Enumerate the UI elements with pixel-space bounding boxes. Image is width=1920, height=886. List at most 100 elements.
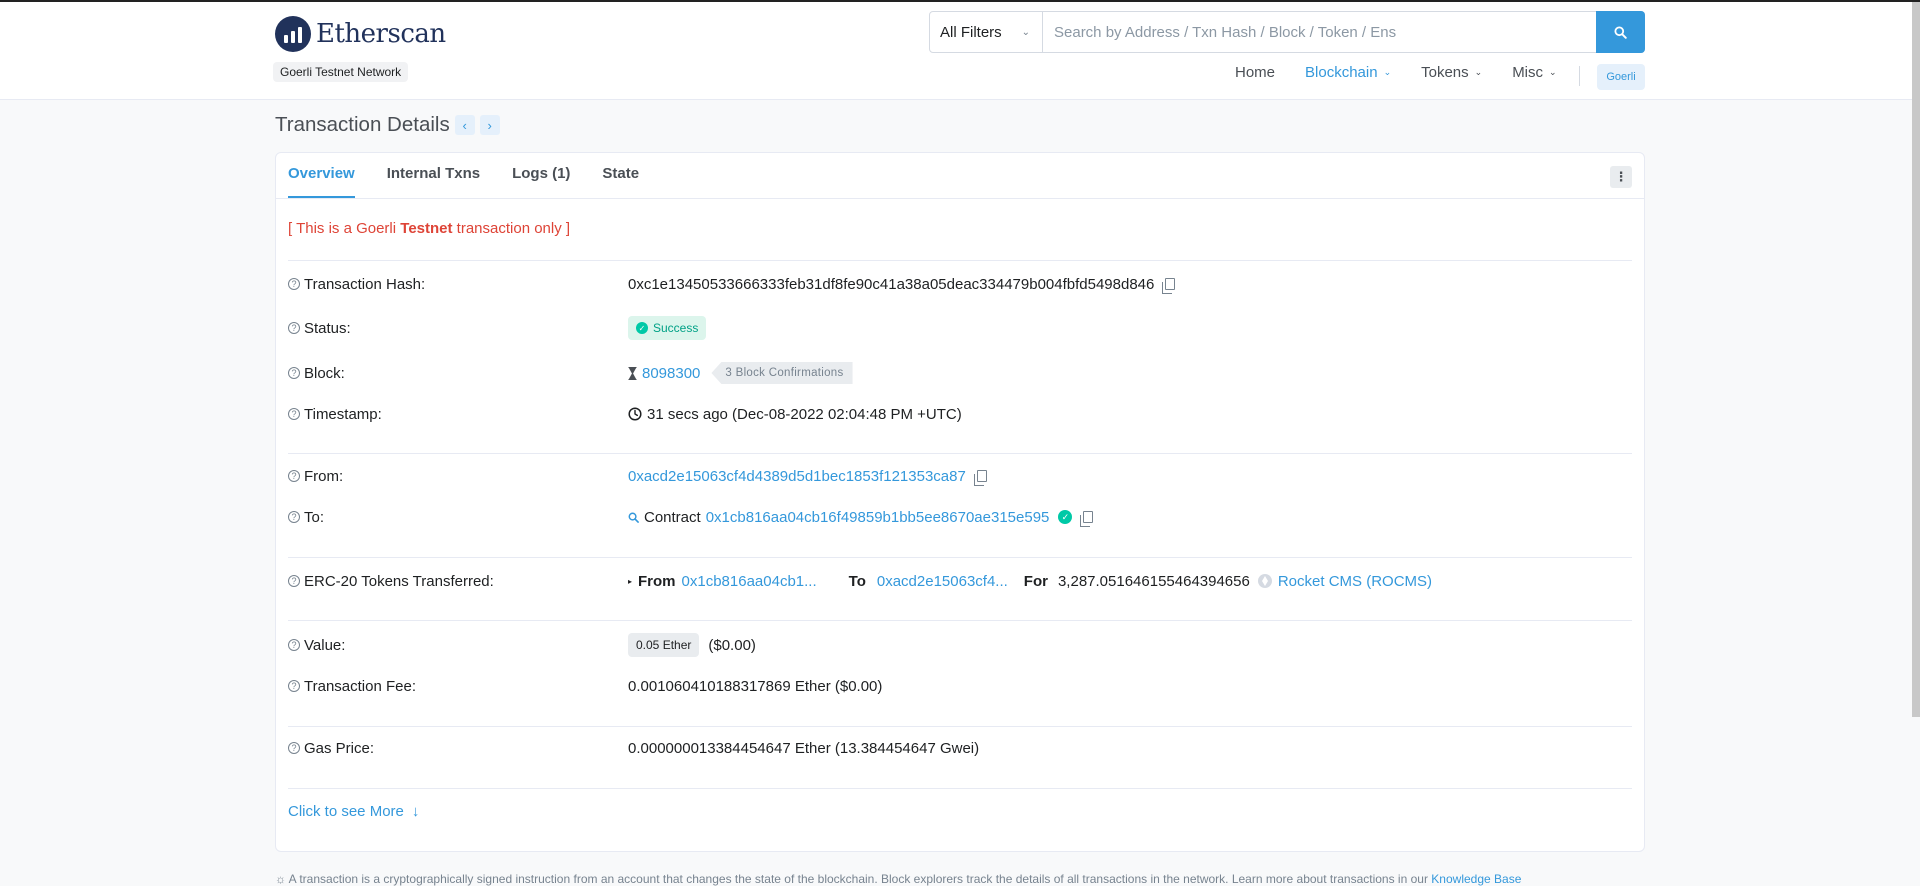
erc20-label: ERC-20 Tokens Transferred: [304, 572, 494, 590]
row-erc20-transfers: ? ERC-20 Tokens Transferred: ▸ From 0x1cb… [288, 568, 1632, 594]
tab-bar: Overview Internal Txns Logs (1) State [276, 153, 1644, 199]
next-transaction-button[interactable]: › [479, 115, 500, 135]
search-input[interactable] [1043, 12, 1644, 52]
help-icon[interactable]: ? [288, 408, 300, 420]
help-icon[interactable]: ? [288, 680, 300, 692]
main-nav: Home Blockchain ⌄ Tokens ⌄ Misc ⌄ [1235, 64, 1587, 81]
row-to: ? To: Contract 0x1cb816aa04cb16f49859b1bb… [288, 504, 1632, 530]
divider [288, 620, 1632, 621]
footer-note-text: A transaction is a cryptographically sig… [288, 872, 1428, 886]
verified-check-icon: ✓ [1058, 510, 1073, 524]
block-label: Block: [304, 364, 345, 382]
row-status: ? Status: ✓ Success [288, 313, 1632, 343]
from-address-link[interactable]: 0xacd2e15063cf4d4389d5d1bec1853f121353ca… [628, 468, 966, 485]
hash-value: 0xc1e13450533666333feb31df8fe90c41a38a05… [628, 275, 1155, 293]
etherscan-logo-icon [275, 16, 311, 52]
nav-misc-label: Misc [1512, 64, 1544, 81]
divider [288, 557, 1632, 558]
help-icon[interactable]: ? [288, 322, 300, 334]
gas-value: 0.000000013384454647 Ether (13.384454647… [628, 739, 980, 757]
contract-search-icon [628, 512, 639, 523]
block-link[interactable]: 8098300 [642, 365, 700, 382]
knowledge-base-link[interactable]: Knowledge Base [1431, 872, 1521, 886]
status-label: Status: [304, 319, 351, 337]
site-header: Etherscan Goerli Testnet Network All Fil… [0, 2, 1920, 100]
fee-label: Transaction Fee: [304, 677, 416, 695]
status-badge: ✓ Success [628, 316, 707, 340]
nav-home[interactable]: Home [1235, 64, 1275, 81]
nav-home-label: Home [1235, 64, 1276, 81]
network-switch-button[interactable]: Goerli [1597, 64, 1645, 90]
erc20-from-link[interactable]: 0x1cb816aa04cb1... [682, 573, 817, 590]
row-from: ? From: 0xacd2e15063cf4d4389d5d1bec1853f1… [288, 463, 1632, 489]
nav-tokens-label: Tokens [1421, 64, 1469, 81]
row-transaction-hash: ? Transaction Hash: 0xc1e13450533666333fe… [288, 271, 1632, 297]
erc20-amount: 3,287.051646155464394656 [1057, 572, 1250, 590]
from-label: From: [304, 467, 344, 485]
copy-icon[interactable] [1162, 278, 1176, 294]
row-timestamp: ? Timestamp: 31 secs ago (Dec-08-2022 02:… [288, 401, 1632, 427]
to-address-link[interactable]: 0x1cb816aa04cb16f49859b1bb5ee8670ae315e5… [706, 509, 1050, 526]
erc20-for-word: For [1023, 572, 1048, 590]
status-value: Success [653, 321, 699, 335]
transaction-card: Overview Internal Txns Logs (1) State ⋮ … [275, 152, 1645, 852]
more-options-button[interactable]: ⋮ [1610, 166, 1632, 188]
divider [288, 726, 1632, 727]
testnet-notice: [ This is a Goerli Testnet transaction o… [288, 220, 570, 237]
tab-state[interactable]: State [602, 165, 639, 198]
chevron-right-icon: › [487, 117, 492, 133]
help-icon[interactable]: ? [288, 639, 300, 651]
gas-label: Gas Price: [304, 739, 375, 757]
nav-blockchain-label: Blockchain [1305, 64, 1378, 81]
nav-misc[interactable]: Misc ⌄ [1512, 64, 1556, 81]
help-icon[interactable]: ? [288, 367, 300, 379]
more-vertical-icon: ⋮ [1614, 169, 1628, 184]
help-icon[interactable]: ? [288, 278, 300, 290]
timestamp-label: Timestamp: [304, 405, 382, 423]
lightbulb-icon: ☼ [275, 872, 286, 886]
erc20-from-word: From [638, 572, 676, 590]
erc20-to-link[interactable]: 0xacd2e15063cf4... [877, 573, 1008, 590]
row-block: ? Block: 8098300 3 Block Confirmations [288, 358, 1632, 388]
help-icon[interactable]: ? [288, 511, 300, 523]
divider [288, 788, 1632, 789]
etherscan-logo[interactable]: Etherscan [275, 16, 446, 52]
tab-internal-txns[interactable]: Internal Txns [387, 165, 480, 198]
copy-icon[interactable] [1080, 511, 1094, 527]
erc20-to-word: To [848, 572, 866, 590]
see-more-link[interactable]: Click to see More ↓ [288, 803, 419, 820]
search-filter-select[interactable]: All Filters ⌄ [930, 12, 1043, 52]
search-button[interactable] [1596, 11, 1645, 53]
block-confirmations-badge: 3 Block Confirmations [711, 362, 853, 384]
help-icon[interactable]: ? [288, 470, 300, 482]
chevron-down-icon: ⌄ [1549, 67, 1557, 77]
value-label: Value: [304, 636, 346, 654]
token-icon [1257, 574, 1272, 588]
divider [288, 260, 1632, 261]
nav-tokens[interactable]: Tokens ⌄ [1421, 64, 1482, 81]
row-value: ? Value: 0.05 Ether ($0.00) [288, 630, 1632, 660]
help-icon[interactable]: ? [288, 742, 300, 754]
caret-right-icon: ▸ [628, 576, 633, 586]
clock-icon [628, 407, 642, 421]
chevron-down-icon: ⌄ [1021, 26, 1030, 38]
logo-text: Etherscan [316, 19, 446, 49]
chevron-left-icon: ‹ [462, 117, 467, 133]
copy-icon[interactable] [973, 470, 987, 486]
page-title: Transaction Details [275, 113, 450, 136]
page-scrollbar[interactable] [1912, 2, 1920, 717]
to-prefix: Contract [644, 508, 701, 526]
tab-overview[interactable]: Overview [288, 165, 355, 198]
nav-blockchain[interactable]: Blockchain ⌄ [1305, 64, 1391, 81]
search-filter-label: All Filters [940, 23, 1002, 41]
see-more-row: Click to see More ↓ [288, 798, 1632, 824]
page-title-bar: Transaction Details ‹ › [275, 113, 500, 137]
fee-value: 0.001060410188317869 Ether ($0.00) [628, 677, 883, 695]
prev-transaction-button[interactable]: ‹ [454, 115, 475, 135]
check-circle-icon: ✓ [636, 322, 648, 334]
tab-logs[interactable]: Logs (1) [512, 165, 570, 198]
token-link[interactable]: Rocket CMS (ROCMS) [1278, 573, 1432, 590]
value-badge: 0.05 Ether [628, 633, 700, 657]
help-icon[interactable]: ? [288, 575, 300, 587]
notice-bold: Testnet [400, 220, 453, 237]
